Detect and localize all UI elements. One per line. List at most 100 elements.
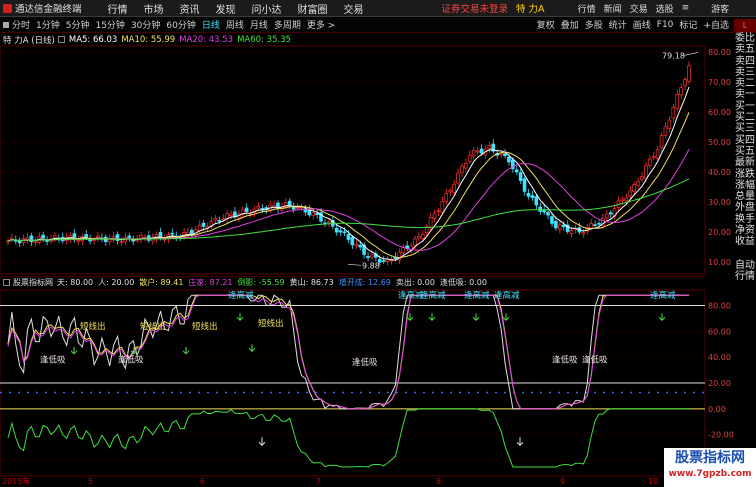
- candle-body: [546, 211, 550, 216]
- indicator-axis-label: 80.00: [708, 302, 731, 311]
- quote-field-16: 换手: [735, 213, 755, 225]
- date-tick-0: 2015年: [2, 477, 31, 486]
- date-tick-3: 7: [316, 477, 322, 486]
- candle-body: [229, 213, 233, 216]
- candle-body: [655, 149, 660, 160]
- candle-body: [554, 220, 558, 229]
- quote-field-10: 买五: [735, 145, 755, 157]
- price-axis-label: 40.00: [708, 168, 731, 177]
- candle-body: [413, 238, 417, 246]
- sell-signal: 逢高减: [228, 290, 254, 301]
- sell-signal: 逢高减: [494, 290, 520, 301]
- stock-code-badge[interactable]: L: [734, 19, 756, 32]
- candle-body: [197, 224, 202, 231]
- candle-body: [503, 153, 507, 156]
- candle-body: [530, 195, 535, 198]
- sell-signal: 逢高减: [650, 290, 676, 301]
- candle-body: [420, 234, 425, 239]
- quote-field-0: 委比: [735, 33, 755, 44]
- candle-body: [127, 235, 132, 238]
- sell-signal: 逢高减: [464, 290, 490, 301]
- indicator-selector-icon[interactable]: [3, 279, 10, 286]
- buy-signal: 逢低吸: [582, 354, 608, 365]
- candle-body: [597, 222, 601, 225]
- candle-body: [636, 181, 640, 186]
- ind-reflection: 倒影: -55.59: [237, 278, 285, 287]
- candle-body: [604, 213, 609, 219]
- candle-body: [534, 196, 539, 206]
- indicator-info-bar: 股票指标网 天: 80.00 人: 20.00 散户: 89.41 庄家: 87…: [0, 276, 705, 288]
- candle-body: [561, 224, 566, 228]
- candle-body: [679, 87, 683, 96]
- candle-body: [620, 198, 625, 201]
- candle-body: [311, 212, 315, 216]
- quote-field-8: 买三: [735, 123, 755, 135]
- candle-body: [338, 230, 343, 233]
- price-axis-label: 30.00: [708, 198, 731, 207]
- candle-body: [272, 204, 276, 207]
- candle-body: [671, 106, 676, 119]
- quote-field-18: 收益: [735, 236, 755, 248]
- candle-body: [456, 172, 460, 184]
- price-axis-label: 10.00: [708, 258, 731, 267]
- candle-body: [460, 165, 464, 174]
- candle-body: [428, 216, 433, 228]
- candle-body: [464, 162, 468, 169]
- quote-field-3: 卖三: [735, 66, 755, 78]
- candle-body: [244, 207, 249, 213]
- panel-mode-1[interactable]: 行情: [734, 271, 756, 282]
- candle-body: [569, 230, 574, 234]
- candle-body: [350, 237, 355, 246]
- candle-body: [640, 176, 644, 180]
- candle-body: [346, 234, 351, 240]
- candle-body: [550, 216, 554, 224]
- candle-body: [647, 158, 652, 166]
- break-signal: 短线出: [192, 321, 218, 332]
- candle-body: [683, 79, 687, 87]
- price-axis-label: 20.00: [708, 228, 731, 237]
- quote-field-5: 卖一: [735, 89, 755, 101]
- chart-canvas[interactable]: 80.0070.0060.0050.0040.0030.0020.0010.00…: [0, 0, 756, 487]
- ind-dealer: 庄家: 87.21: [188, 278, 233, 287]
- quote-field-14: 总量: [735, 191, 755, 203]
- candle-body: [628, 190, 633, 197]
- panel-mode-0[interactable]: 自动: [734, 260, 756, 271]
- break-signal: 短线出: [80, 321, 106, 332]
- indicator-axis-label: 0.00: [708, 405, 726, 414]
- break-signal: 短线出: [258, 318, 284, 329]
- candle-body: [557, 224, 562, 230]
- candle-body: [334, 227, 339, 233]
- candle-body: [221, 218, 225, 221]
- candle-body: [170, 232, 175, 235]
- candle-body: [370, 254, 374, 258]
- candle-body: [381, 260, 386, 262]
- buy-signal: 逢低吸: [352, 357, 378, 368]
- candle-body: [295, 207, 300, 209]
- ind-retail: 散户: 89.41: [139, 278, 184, 287]
- candle-body: [41, 234, 45, 239]
- indicator-axis-label: -20.00: [708, 431, 734, 440]
- candle-body: [475, 150, 480, 153]
- candle-body: [522, 178, 527, 192]
- buy-signal: 逢低吸: [118, 354, 144, 365]
- quote-field-12: 涨跌: [735, 168, 755, 180]
- candle-body: [213, 217, 218, 221]
- candle-body: [366, 255, 370, 259]
- candle-body: [440, 201, 445, 213]
- low-price-label: 9.88: [362, 261, 380, 270]
- date-tick-6: 10: [648, 477, 659, 486]
- candle-body: [581, 232, 586, 235]
- candle-body: [499, 153, 503, 156]
- ind-huangshan: 黄山: 86.73: [289, 278, 334, 287]
- candle-body: [190, 229, 194, 235]
- quote-field-2: 卖四: [735, 55, 755, 67]
- candle-body: [589, 223, 593, 229]
- date-axis: 2015年 5 6 7 8 9 10: [0, 476, 730, 487]
- candle-body: [358, 244, 362, 248]
- candle-body: [146, 235, 151, 241]
- candle-body: [644, 165, 648, 179]
- price-axis-label: 50.00: [708, 138, 731, 147]
- candle-body: [659, 134, 664, 149]
- ind-tian: 天: 80.00: [57, 278, 94, 287]
- candle-body: [417, 236, 421, 239]
